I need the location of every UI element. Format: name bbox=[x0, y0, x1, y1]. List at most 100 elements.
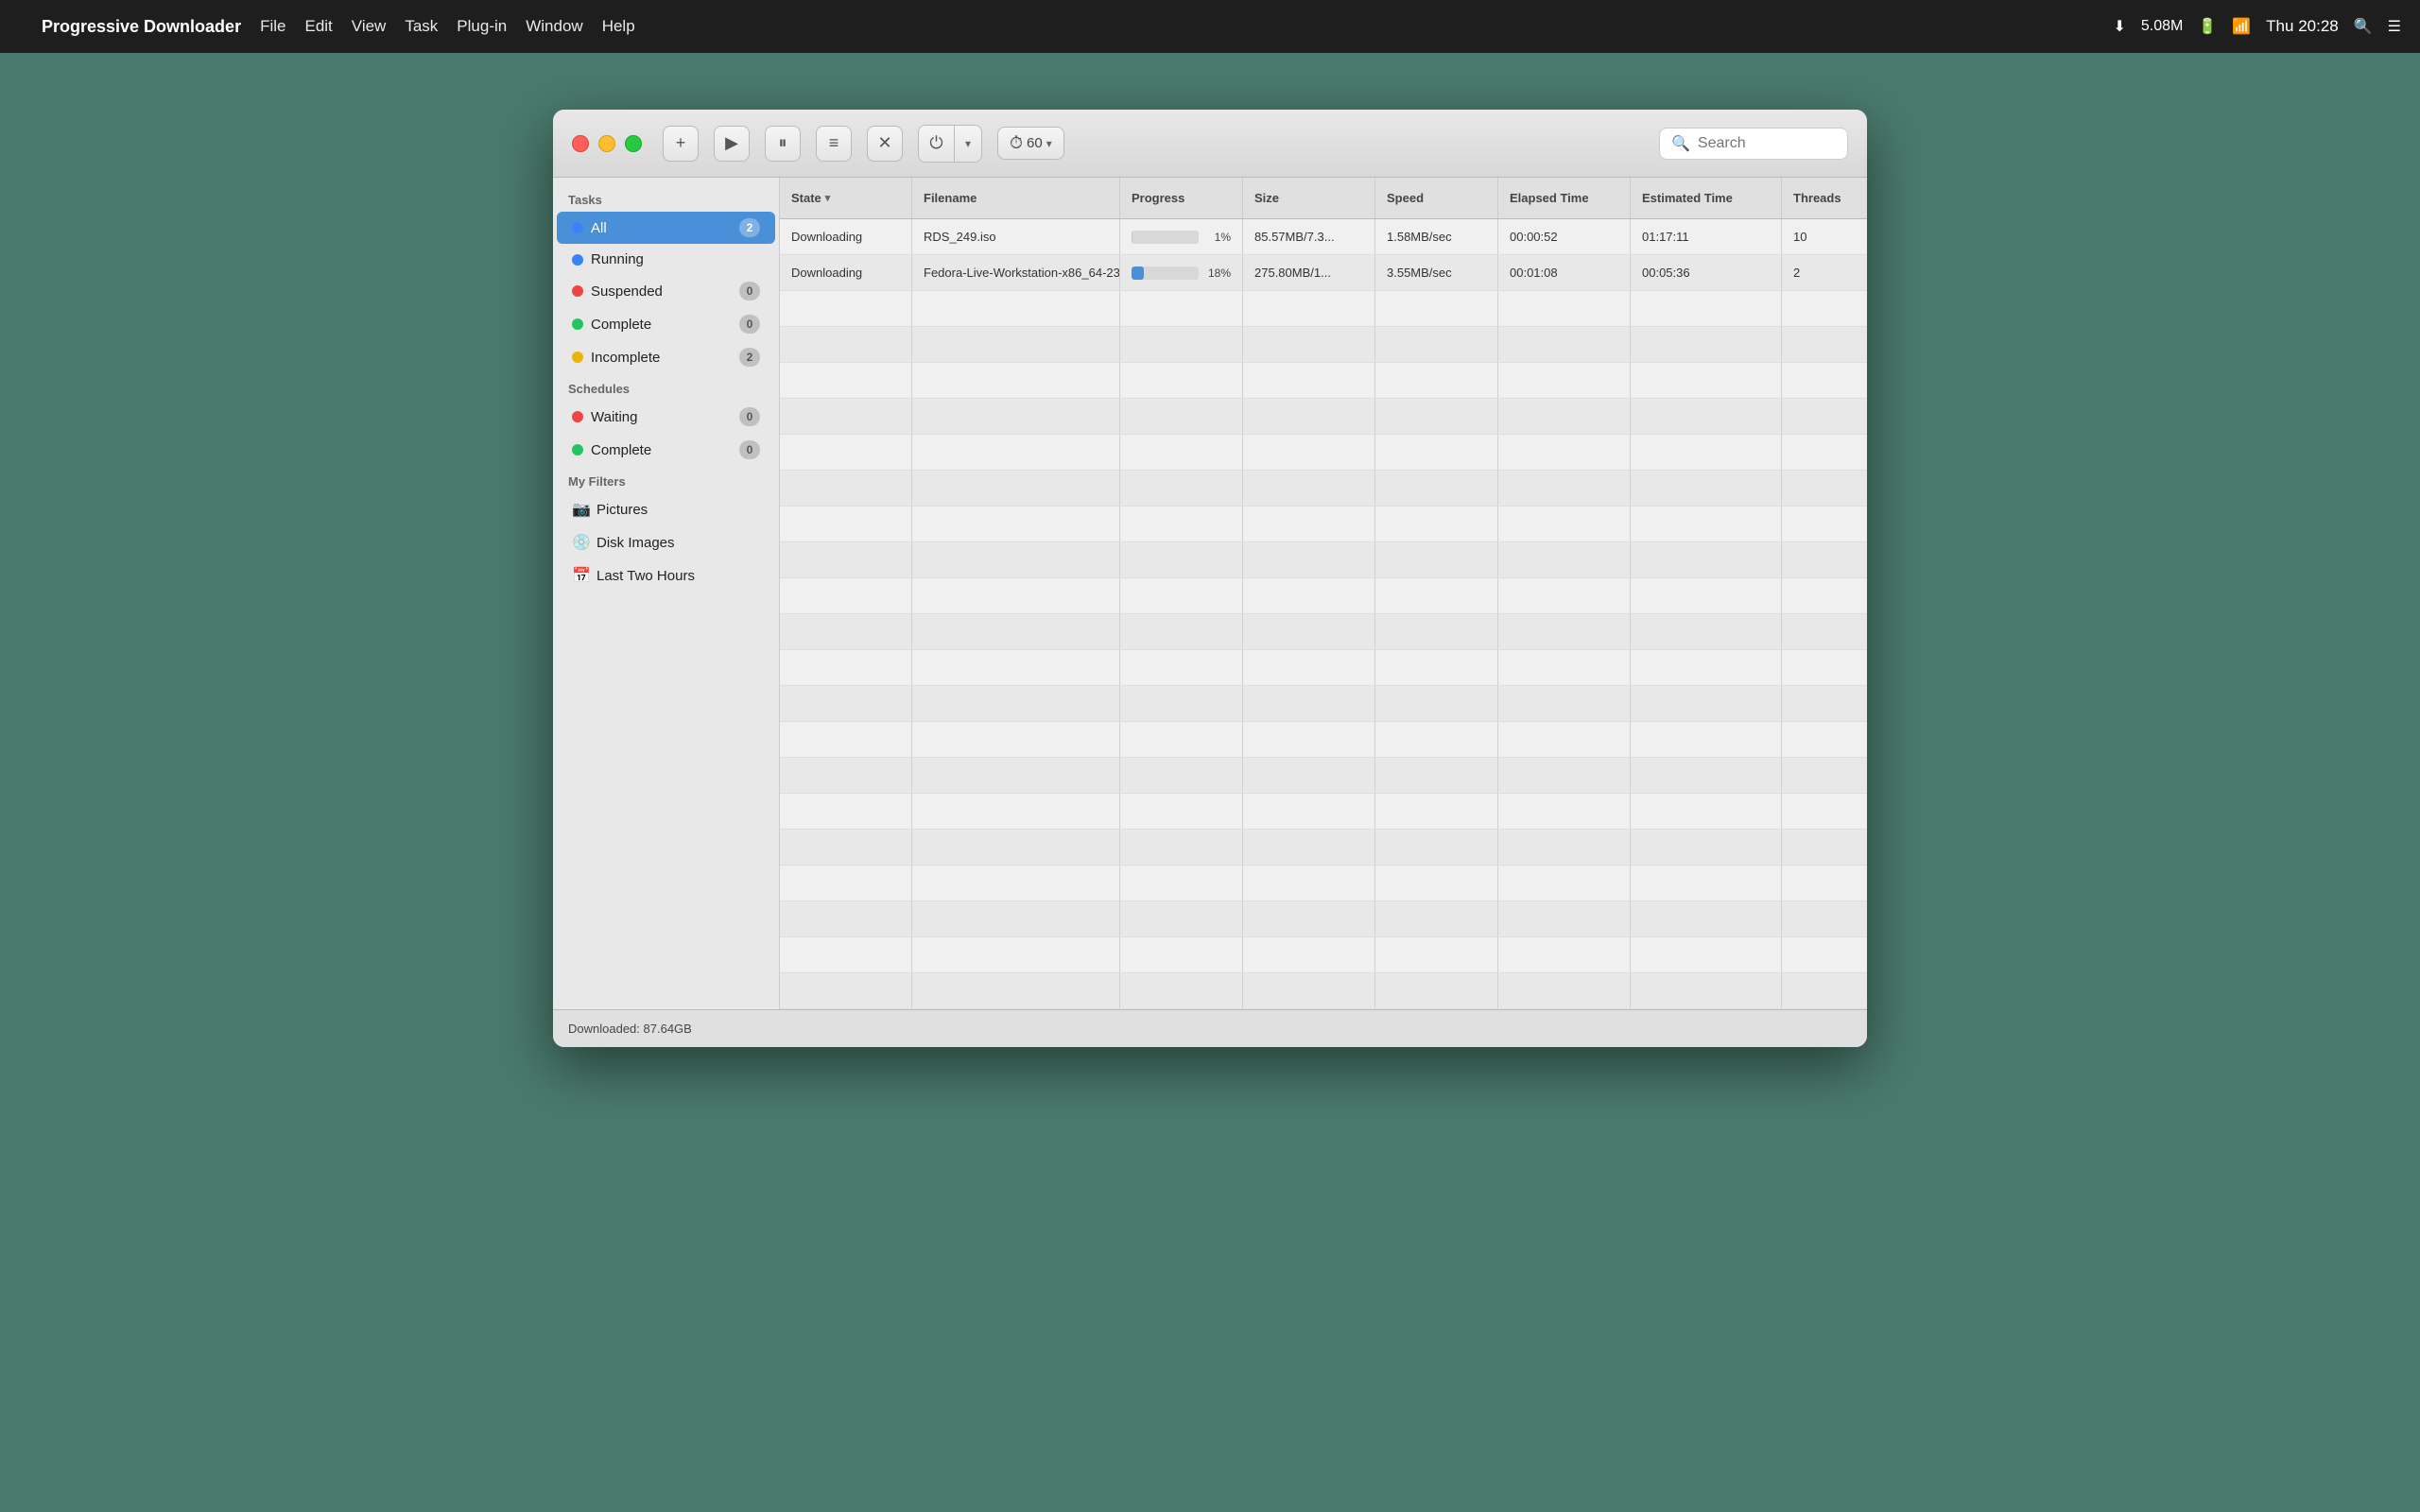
cell-filename-1: Fedora-Live-Workstation-x86_64-23-... bbox=[912, 255, 1120, 290]
downloaded-value: 87.64GB bbox=[644, 1022, 692, 1036]
cell-size-0: 85.57MB/7.3... bbox=[1243, 219, 1375, 254]
menu-file[interactable]: File bbox=[260, 17, 285, 36]
timer-circle-icon: ⏱ bbox=[1010, 133, 1023, 153]
empty-speed bbox=[1375, 578, 1498, 613]
x-icon: ✕ bbox=[877, 133, 891, 153]
empty-filename bbox=[912, 507, 1120, 541]
empty-threads bbox=[1782, 973, 1867, 1008]
sidebar-item-complete-tasks[interactable]: Complete 0 bbox=[557, 308, 775, 340]
incomplete-badge: 2 bbox=[739, 348, 760, 367]
col-header-filename[interactable]: Filename bbox=[912, 178, 1120, 218]
sidebar-item-incomplete[interactable]: Incomplete 2 bbox=[557, 341, 775, 373]
list-menubar-icon[interactable]: ☰ bbox=[2388, 17, 2401, 36]
empty-progress bbox=[1120, 614, 1243, 649]
menu-task[interactable]: Task bbox=[405, 17, 438, 36]
empty-elapsed bbox=[1498, 973, 1631, 1008]
download-size: 5.08M bbox=[2141, 18, 2183, 35]
col-header-threads[interactable]: Threads bbox=[1782, 178, 1867, 218]
list-button[interactable]: ≡ bbox=[816, 126, 852, 162]
cell-elapsed-0: 00:00:52 bbox=[1498, 219, 1631, 254]
search-menubar-icon[interactable]: 🔍 bbox=[2354, 17, 2373, 36]
pause-button[interactable]: ⏸ bbox=[765, 126, 801, 162]
empty-filename bbox=[912, 542, 1120, 577]
menu-edit[interactable]: Edit bbox=[304, 17, 332, 36]
search-box[interactable]: 🔍 bbox=[1659, 128, 1848, 160]
empty-elapsed bbox=[1498, 937, 1631, 972]
menu-help[interactable]: Help bbox=[602, 17, 635, 36]
col-header-state[interactable]: State ▾ bbox=[780, 178, 912, 218]
table-row[interactable]: Downloading Fedora-Live-Workstation-x86_… bbox=[780, 255, 1867, 291]
empty-progress bbox=[1120, 686, 1243, 721]
empty-state bbox=[780, 650, 912, 685]
col-header-estimated[interactable]: Estimated Time bbox=[1631, 178, 1782, 218]
power-button[interactable]: ⏻ bbox=[919, 126, 955, 162]
sidebar-item-running[interactable]: Running bbox=[557, 245, 775, 274]
table-header: State ▾ Filename Progress Size Speed Ela… bbox=[780, 178, 1867, 219]
empty-threads bbox=[1782, 542, 1867, 577]
empty-progress bbox=[1120, 291, 1243, 326]
cell-speed-0: 1.58MB/sec bbox=[1375, 219, 1498, 254]
table-row[interactable]: Downloading RDS_249.iso 1% 85.57MB/7.3..… bbox=[780, 219, 1867, 255]
timer-value: 60 bbox=[1027, 135, 1043, 151]
close-x-button[interactable]: ✕ bbox=[867, 126, 903, 162]
downloaded-label: Downloaded: bbox=[568, 1022, 640, 1036]
empty-state bbox=[780, 758, 912, 793]
sidebar-item-suspended[interactable]: Suspended 0 bbox=[557, 275, 775, 307]
menu-view[interactable]: View bbox=[352, 17, 387, 36]
table-row-empty bbox=[780, 542, 1867, 578]
timer-button[interactable]: ⏱ 60 ▾ bbox=[997, 127, 1064, 160]
sidebar-item-last-two-hours[interactable]: 📅 Last Two Hours bbox=[557, 559, 775, 592]
empty-speed bbox=[1375, 327, 1498, 362]
empty-size bbox=[1243, 507, 1375, 541]
col-header-size[interactable]: Size bbox=[1243, 178, 1375, 218]
cell-threads-0: 10 bbox=[1782, 219, 1867, 254]
empty-size bbox=[1243, 973, 1375, 1008]
power-dropdown[interactable]: ▾ bbox=[955, 126, 981, 162]
complete-sched-badge: 0 bbox=[739, 440, 760, 459]
cell-state-1: Downloading bbox=[780, 255, 912, 290]
minimize-button[interactable] bbox=[598, 135, 615, 152]
sidebar-item-pictures[interactable]: 📷 Pictures bbox=[557, 493, 775, 525]
add-button[interactable]: + bbox=[663, 126, 699, 162]
table-row-empty bbox=[780, 830, 1867, 866]
empty-filename bbox=[912, 363, 1120, 398]
play-button[interactable]: ▶ bbox=[714, 126, 750, 162]
empty-elapsed bbox=[1498, 758, 1631, 793]
empty-estimated bbox=[1631, 435, 1782, 470]
empty-size bbox=[1243, 614, 1375, 649]
table-row-empty bbox=[780, 363, 1867, 399]
empty-speed bbox=[1375, 399, 1498, 434]
app-name[interactable]: Progressive Downloader bbox=[42, 17, 241, 37]
empty-filename bbox=[912, 614, 1120, 649]
col-header-elapsed[interactable]: Elapsed Time bbox=[1498, 178, 1631, 218]
traffic-lights bbox=[572, 135, 642, 152]
empty-filename bbox=[912, 794, 1120, 829]
cell-speed-1: 3.55MB/sec bbox=[1375, 255, 1498, 290]
search-input[interactable] bbox=[1698, 135, 1836, 152]
empty-speed bbox=[1375, 830, 1498, 865]
sidebar-item-complete-sched[interactable]: Complete 0 bbox=[557, 434, 775, 466]
empty-state bbox=[780, 722, 912, 757]
col-header-progress[interactable]: Progress bbox=[1120, 178, 1243, 218]
empty-threads bbox=[1782, 614, 1867, 649]
menu-plugin[interactable]: Plug-in bbox=[457, 17, 507, 36]
filters-section-label: My Filters bbox=[553, 467, 779, 492]
empty-speed bbox=[1375, 686, 1498, 721]
empty-state bbox=[780, 866, 912, 901]
empty-state bbox=[780, 435, 912, 470]
empty-size bbox=[1243, 830, 1375, 865]
empty-estimated bbox=[1631, 578, 1782, 613]
cell-threads-1: 2 bbox=[1782, 255, 1867, 290]
sidebar-item-disk-images[interactable]: 💿 Disk Images bbox=[557, 526, 775, 558]
menu-window[interactable]: Window bbox=[526, 17, 582, 36]
chevron-down-icon: ▾ bbox=[965, 137, 971, 150]
maximize-button[interactable] bbox=[625, 135, 642, 152]
close-button[interactable] bbox=[572, 135, 589, 152]
cell-progress-0: 1% bbox=[1120, 219, 1243, 254]
col-header-speed[interactable]: Speed bbox=[1375, 178, 1498, 218]
empty-threads bbox=[1782, 578, 1867, 613]
sidebar-item-waiting[interactable]: Waiting 0 bbox=[557, 401, 775, 433]
suspended-badge: 0 bbox=[739, 282, 760, 301]
empty-size bbox=[1243, 471, 1375, 506]
sidebar-item-all[interactable]: All 2 bbox=[557, 212, 775, 244]
